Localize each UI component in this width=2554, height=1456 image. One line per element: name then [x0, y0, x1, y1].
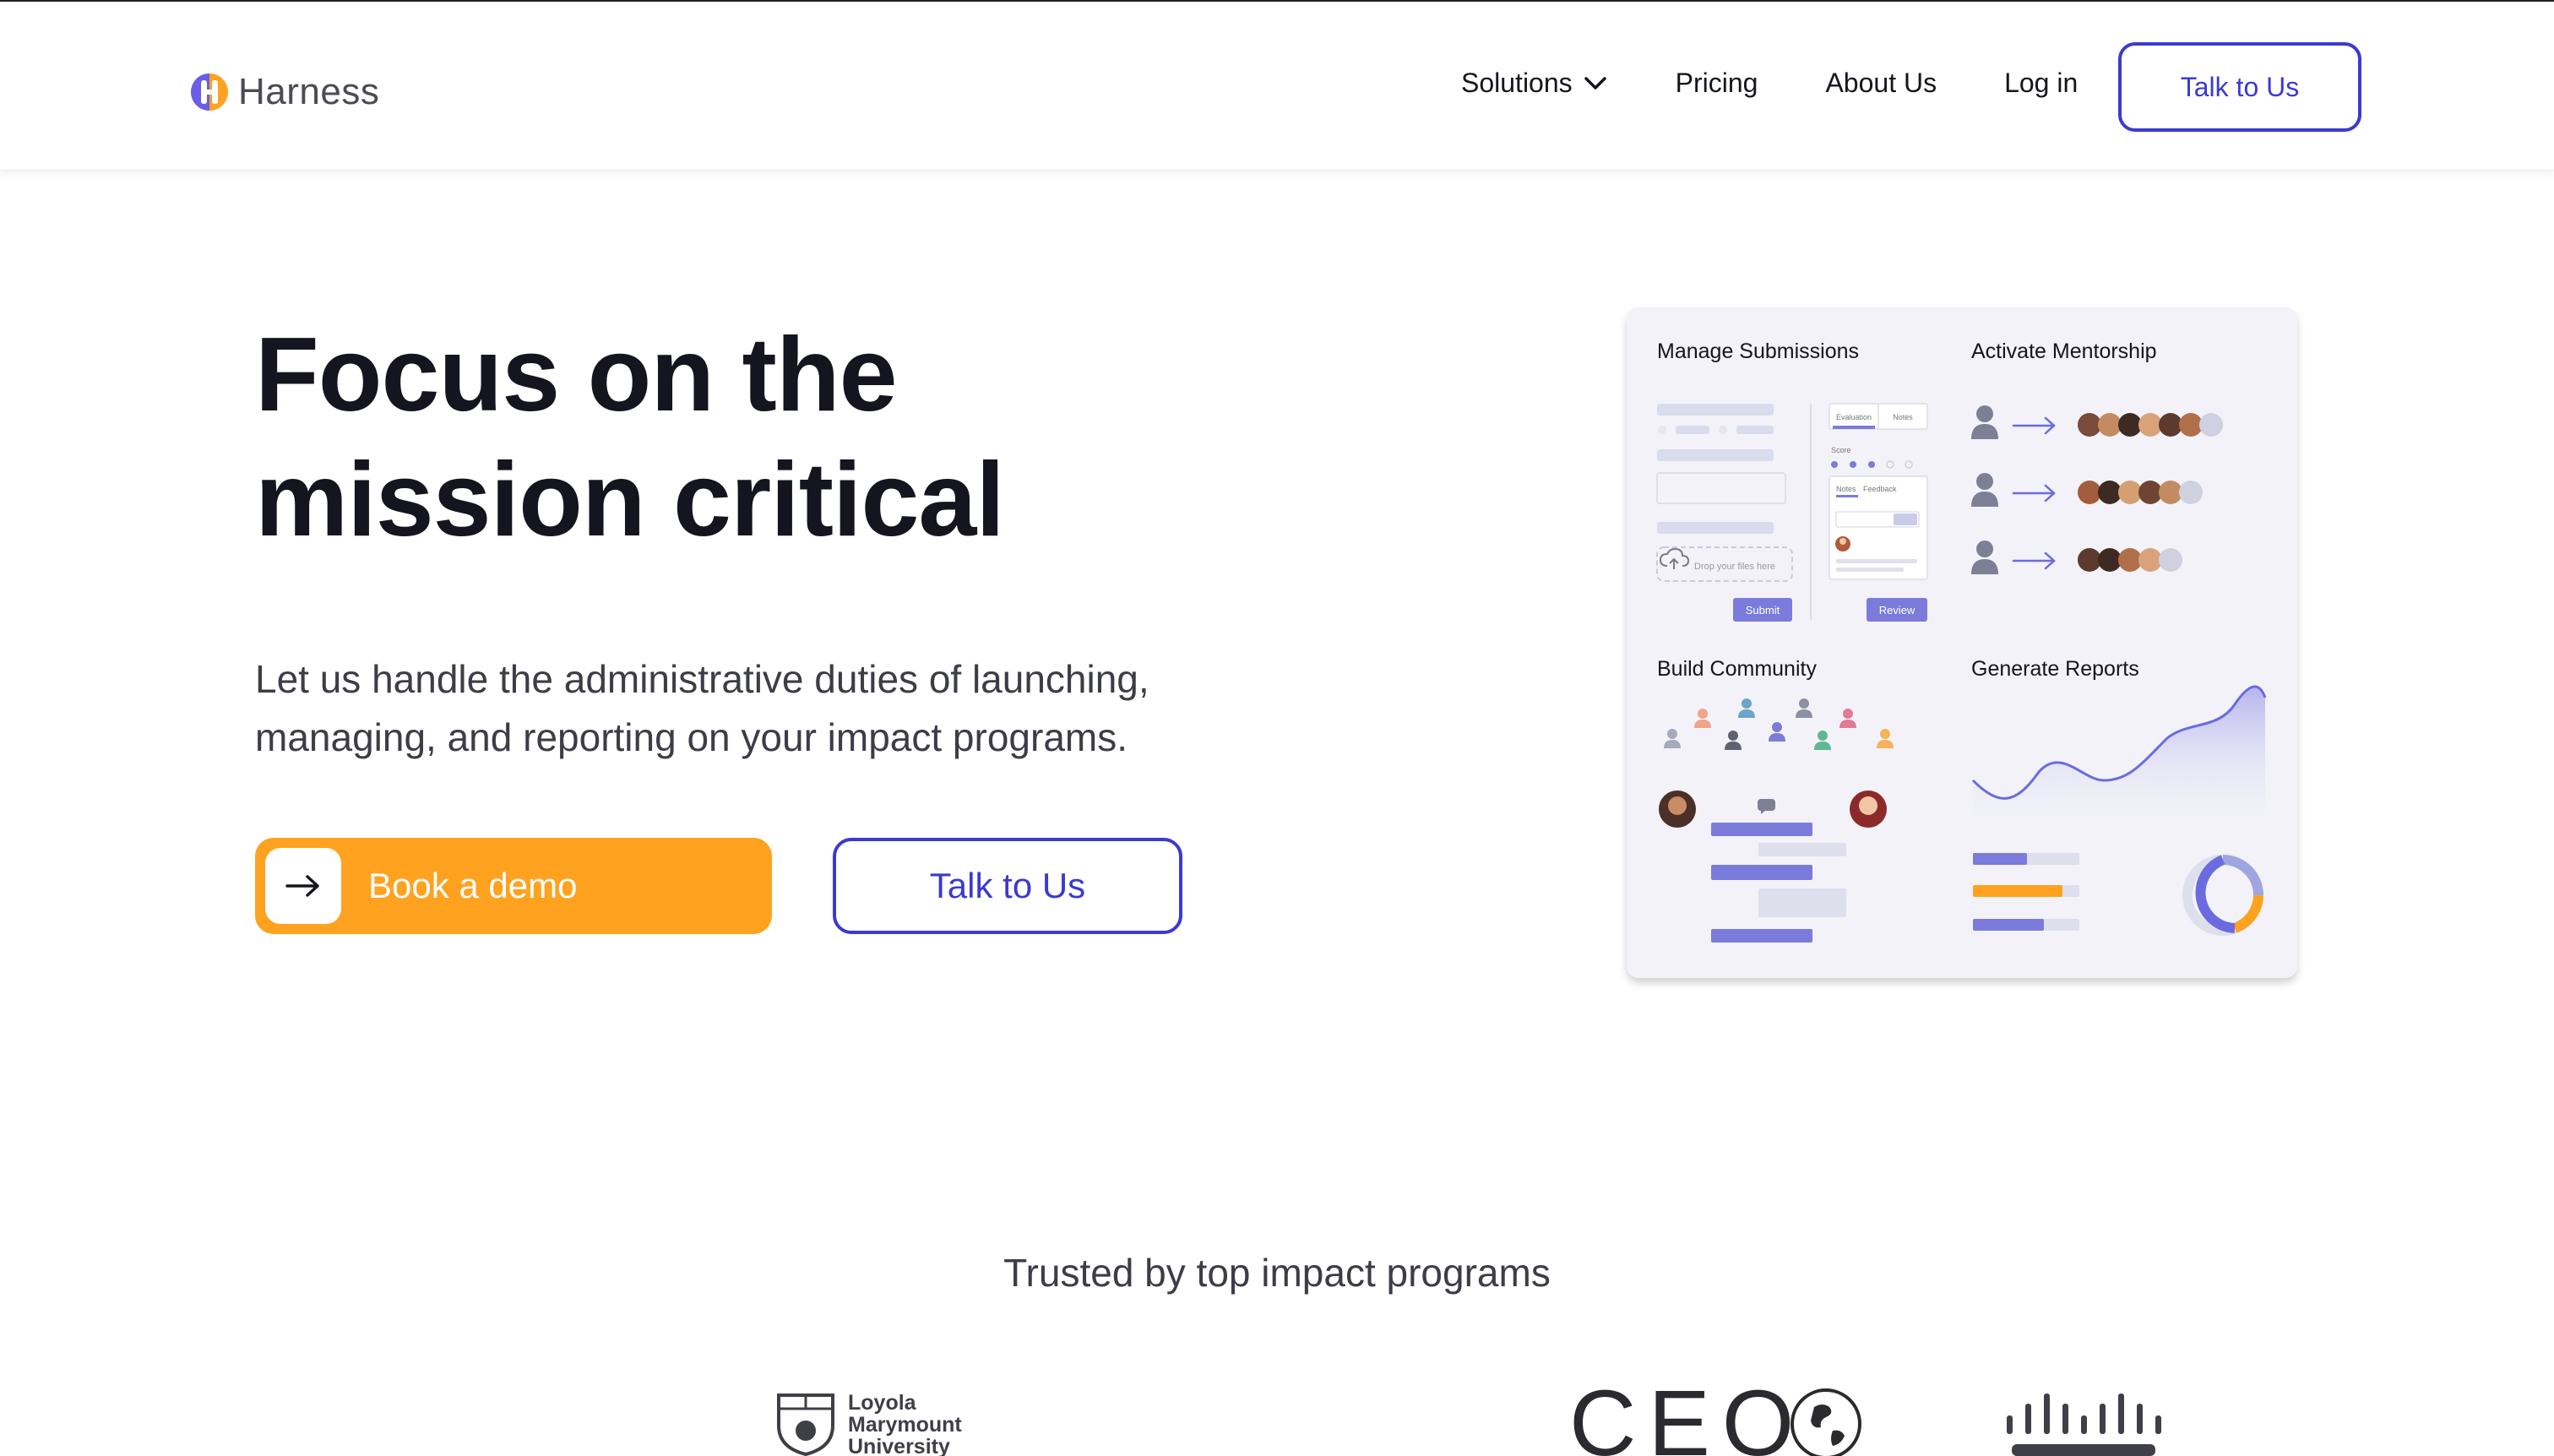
lmu-logo: Loyola Marymount University	[775, 1392, 962, 1456]
lmu-line-2: Marymount	[848, 1413, 962, 1437]
score-label: Score	[1831, 446, 1851, 454]
cisco-logo	[2007, 1394, 2161, 1456]
chevron-down-icon	[1584, 76, 1606, 90]
reports-mock	[1971, 685, 2267, 936]
submissions-form-mock: Drop your files here Submit Evaluation N…	[1656, 403, 1928, 622]
book-demo-button[interactable]: Book a demo	[255, 838, 772, 934]
hero-title-line-2: mission critical	[255, 442, 1005, 558]
product-illustration-card: Drop your files here Submit Evaluation N…	[1627, 307, 2297, 978]
community-mock	[1659, 698, 1894, 943]
dropzone-text: Drop your files here	[1694, 562, 1775, 572]
nav-solutions-label: Solutions	[1461, 68, 1573, 98]
nav-talk-to-us-button[interactable]: Talk to Us	[2118, 42, 2361, 132]
brand-name: Harness	[238, 71, 380, 112]
feedback-label: Feedback	[1863, 485, 1897, 493]
lmu-line-1: Loyola	[848, 1391, 916, 1415]
nav-about-us[interactable]: About Us	[1825, 68, 1937, 99]
brand-logo[interactable]: Harness	[189, 71, 379, 113]
panel-title-manage-submissions: Manage Submissions	[1657, 340, 1860, 363]
mentor-avatars-row-2	[2078, 481, 2203, 504]
hero-title: Focus on the mission critical	[255, 312, 1100, 562]
arrow-box	[265, 848, 341, 924]
lmu-shield-icon	[777, 1394, 834, 1456]
submit-button-label: Submit	[1746, 604, 1780, 617]
mentor-avatars-row-1	[2078, 413, 2223, 437]
ceo-logo: CEO	[1569, 1370, 1863, 1456]
book-demo-label: Book a demo	[368, 866, 578, 905]
notes-label: Notes	[1836, 485, 1856, 493]
arrow-right-icon	[285, 875, 319, 897]
mentorship-mock	[1971, 405, 2223, 574]
lmu-line-3: University	[848, 1435, 950, 1456]
hero-subtitle: Let us handle the administrative duties …	[255, 657, 1149, 759]
panel-title-generate-reports: Generate Reports	[1971, 657, 2139, 681]
ceo-wordmark: CEO	[1569, 1372, 1807, 1456]
tab-notes: Notes	[1893, 413, 1913, 421]
panel-title-build-community: Build Community	[1657, 657, 1817, 681]
hero-title-line-1: Focus on the	[255, 317, 898, 433]
tab-evaluation: Evaluation	[1836, 413, 1872, 421]
mentor-avatars-row-3	[2078, 548, 2182, 572]
hero-talk-to-us-button[interactable]: Talk to Us	[833, 838, 1182, 934]
trusted-heading: Trusted by top impact programs	[1003, 1251, 1551, 1295]
nav-solutions[interactable]: Solutions	[1461, 68, 1608, 99]
nav-log-in[interactable]: Log in	[2004, 68, 2078, 99]
lmu-wordmark: Loyola Marymount University	[848, 1392, 962, 1456]
illustration-graphics: Drop your files here Submit Evaluation N…	[1656, 403, 2267, 943]
panel-title-activate-mentorship: Activate Mentorship	[1971, 340, 2157, 363]
globe-icon	[1791, 1388, 1862, 1456]
harness-logo-icon	[191, 73, 228, 111]
top-navigation: Harness Solutions Pricing About Us Log i…	[0, 2, 2554, 171]
nav-pricing[interactable]: Pricing	[1676, 68, 1758, 99]
review-button-label: Review	[1879, 604, 1916, 617]
nav-links: Solutions Pricing About Us Log in	[1461, 68, 2145, 99]
